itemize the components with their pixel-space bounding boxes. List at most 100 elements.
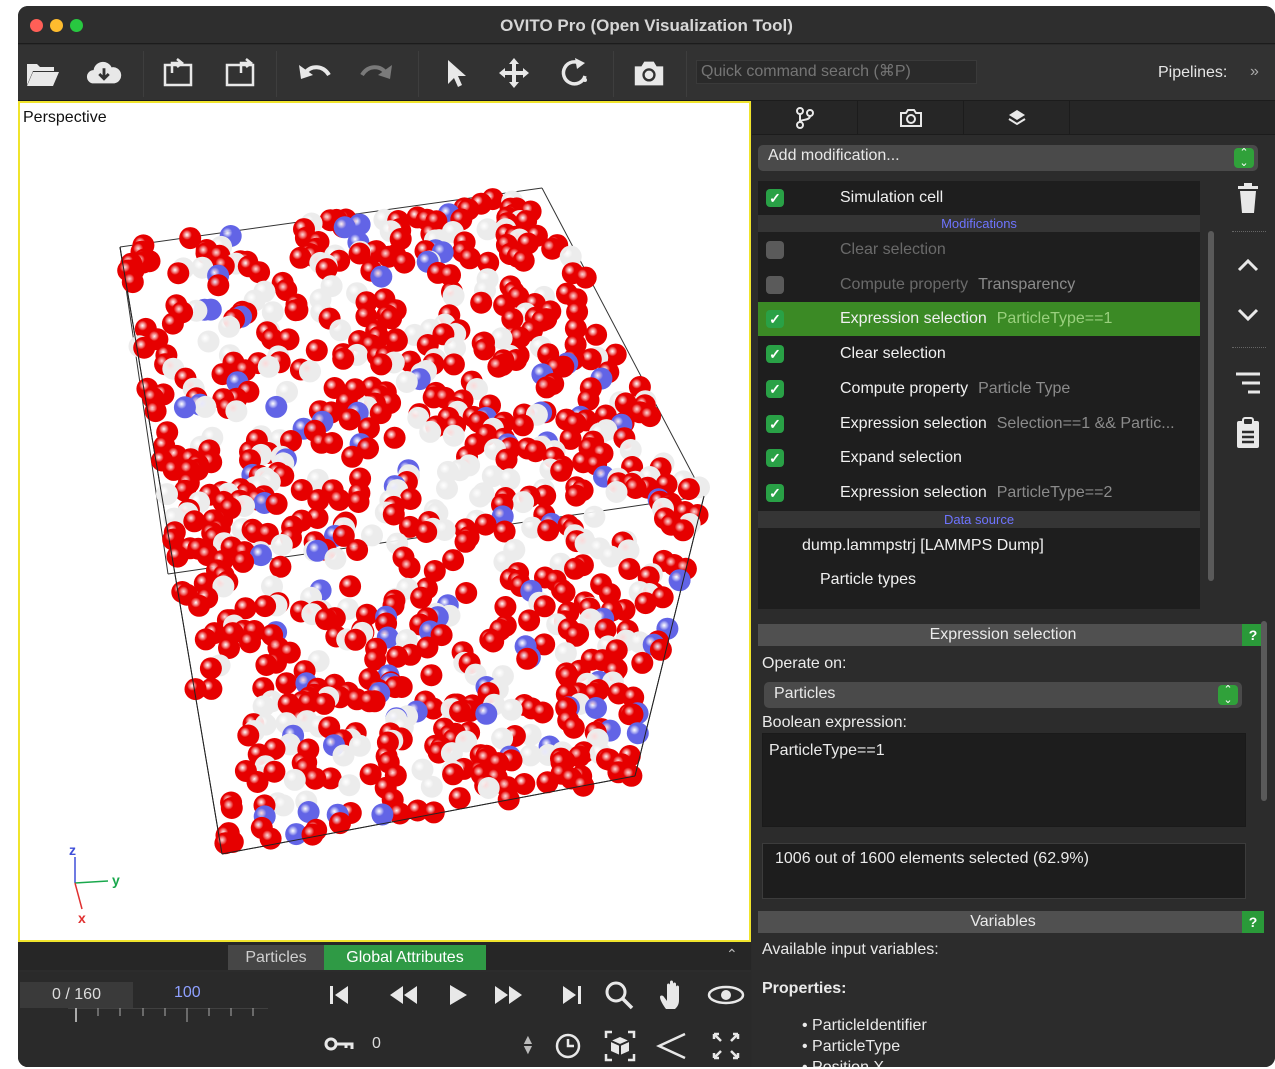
tab-global-attributes[interactable]: Global Attributes <box>324 945 486 970</box>
particle <box>237 724 260 747</box>
export-alt-icon[interactable] <box>223 55 259 91</box>
download-icon[interactable] <box>86 55 122 91</box>
time-ruler[interactable] <box>68 1008 268 1030</box>
particle <box>270 534 293 556</box>
modifier-enable-checkbox[interactable]: ✓ <box>766 345 784 364</box>
particle <box>341 445 364 468</box>
pipeline-item-modifier[interactable]: ✓ Expand selection <box>758 441 1200 475</box>
particle <box>284 299 307 322</box>
key-icon[interactable] <box>323 1032 355 1056</box>
tab-overlays[interactable] <box>964 101 1070 135</box>
tab-pipeline[interactable] <box>752 101 858 135</box>
pipeline-item-modifier[interactable]: ✓ Expression selection Selection==1 && Par… <box>758 407 1200 441</box>
particle <box>618 558 641 580</box>
perspective-viewport[interactable]: Perspective zyx <box>18 101 751 942</box>
orbit-eye-icon[interactable] <box>706 980 746 1010</box>
step-forward-icon[interactable] <box>491 980 527 1010</box>
camera-icon[interactable] <box>631 55 667 91</box>
zoom-icon[interactable] <box>602 978 636 1012</box>
particle <box>283 768 306 791</box>
particle <box>344 628 367 651</box>
modifier-enable-checkbox[interactable]: ✓ <box>766 449 784 468</box>
pipeline-item-particle-types[interactable]: Particle types <box>758 563 1200 597</box>
particle <box>631 651 654 674</box>
pipeline-item-modifier[interactable]: ✓ Expression selection ParticleType==2 <box>758 476 1200 510</box>
open-folder-icon[interactable] <box>25 55 61 91</box>
particle <box>537 519 560 542</box>
zoom-scene-extents-icon[interactable] <box>602 1028 638 1064</box>
key-stepper-icon[interactable]: ▲ ▼ <box>521 1032 535 1056</box>
animation-key-field[interactable]: 0 <box>370 1034 520 1056</box>
operate-on-dropdown[interactable]: Particles ⌃ ⌄ <box>764 682 1242 708</box>
pipeline-item-modifier[interactable]: ✓ Clear selection <box>758 337 1200 371</box>
modifier-enable-checkbox[interactable]: ✓ <box>766 483 784 502</box>
command-panel-tabs <box>752 101 1275 135</box>
particle <box>449 700 472 723</box>
particle <box>199 657 222 680</box>
add-modification-dropdown[interactable]: Add modification... ⌃ ⌄ <box>758 145 1258 171</box>
modifier-label: Expression selection ParticleType==1 <box>840 310 1112 328</box>
pan-hand-icon[interactable] <box>656 978 690 1012</box>
modifier-label: Expression selection Selection==1 && Part… <box>840 415 1175 433</box>
particle <box>272 794 295 817</box>
undo-icon[interactable] <box>297 55 333 91</box>
move-up-icon[interactable] <box>1228 245 1268 285</box>
rotate-icon[interactable] <box>557 55 593 91</box>
variables-help-button[interactable]: ? <box>1242 911 1264 933</box>
pipeline-item-modifier[interactable]: ✓ Expression selection ParticleType==1 <box>758 302 1200 337</box>
field-of-view-icon[interactable] <box>654 1030 690 1062</box>
pipeline-item-modifier[interactable]: ✓ Compute property Particle Type <box>758 372 1200 406</box>
visual-element-checkbox[interactable]: ✓ <box>766 189 784 207</box>
modifier-enable-checkbox[interactable]: ✓ <box>766 379 784 398</box>
particle <box>583 505 606 528</box>
pipeline-item-data-source[interactable]: dump.lammpstrj [LAMMPS Dump] <box>758 529 1200 563</box>
particle <box>225 400 248 423</box>
chevron-double-right-icon[interactable]: » <box>1250 63 1259 81</box>
clipboard-icon[interactable] <box>1228 413 1268 453</box>
step-backward-icon[interactable] <box>385 980 421 1010</box>
dropdown-stepper-icon: ⌃ ⌄ <box>1218 685 1238 706</box>
particle <box>239 631 261 654</box>
particle <box>585 697 607 719</box>
play-icon[interactable] <box>443 980 473 1010</box>
particle <box>166 545 189 568</box>
select-arrow-icon[interactable] <box>436 55 472 91</box>
redo-icon[interactable] <box>358 55 394 91</box>
variable-item: • ParticleIdentifier <box>802 1017 927 1034</box>
chevron-up-icon[interactable]: ⌃ <box>726 946 738 963</box>
particle <box>338 774 361 797</box>
jump-to-end-icon[interactable] <box>557 980 587 1010</box>
export-icon[interactable] <box>161 55 197 91</box>
particle <box>420 775 443 798</box>
move-down-icon[interactable] <box>1228 295 1268 335</box>
modifier-name: Clear selection <box>840 345 946 363</box>
pipeline-item-simulation-cell[interactable]: ✓ Simulation cell <box>758 181 1200 215</box>
boolean-expression-input[interactable]: ParticleType==1 <box>762 733 1246 827</box>
pipeline-item-modifier[interactable]: Clear selection <box>758 233 1200 267</box>
tab-particles[interactable]: Particles <box>228 945 324 970</box>
particle <box>639 405 662 428</box>
quick-command-search-input[interactable] <box>696 60 977 84</box>
particle <box>442 763 465 786</box>
properties-scrollbar[interactable] <box>1259 621 1269 811</box>
modifier-templates-icon[interactable] <box>1228 363 1268 403</box>
particle <box>621 703 644 726</box>
clock-icon[interactable] <box>552 1030 584 1062</box>
pipeline-scrollbar[interactable] <box>1206 181 1216 609</box>
pipeline-item-modifier[interactable]: Compute property Transparency <box>758 268 1200 302</box>
frame-display[interactable]: 0 / 160 <box>20 982 133 1008</box>
jump-to-start-icon[interactable] <box>324 980 354 1010</box>
delete-trash-icon[interactable] <box>1228 179 1268 219</box>
modifier-enable-checkbox[interactable]: ✓ <box>766 414 784 433</box>
app-window: OVITO Pro (Open Visualization Tool) Quic… <box>18 6 1275 1067</box>
particle <box>487 355 510 378</box>
particle-scene: z y x <box>69 187 710 926</box>
particle <box>332 744 355 767</box>
tab-render[interactable] <box>858 101 964 135</box>
maximize-viewport-icon[interactable] <box>708 1030 744 1062</box>
pipeline-editor[interactable]: ✓ Simulation cell Modifications Clear se… <box>758 181 1200 609</box>
modifier-enable-checkbox[interactable] <box>766 241 784 259</box>
move-icon[interactable] <box>496 55 532 91</box>
modifier-enable-checkbox[interactable] <box>766 275 784 294</box>
modifier-enable-checkbox[interactable]: ✓ <box>766 310 784 329</box>
